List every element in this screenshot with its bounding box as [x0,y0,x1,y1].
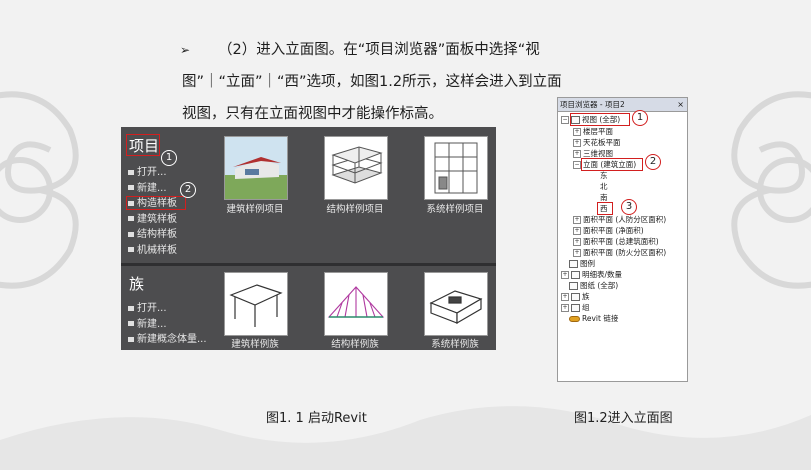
tree-item-ceiling-plans[interactable]: + 天花板平面 [573,138,621,148]
expand-icon[interactable]: + [573,139,581,147]
tree-item-area-plan-gross[interactable]: + 面积平面 (总建筑面积) [573,237,659,247]
mep-systems-icon [434,142,478,194]
tree-item-revit-links[interactable]: Revit 链接 [569,314,618,324]
expand-icon[interactable]: + [573,249,581,257]
paragraph-line-1: （2）进入立面图。在“项目浏览器”面板中选择“视 [218,42,540,58]
structural-sample-project-thumbnail[interactable] [324,136,388,200]
menu-item-architectural-template[interactable]: 建筑样板 [128,212,177,228]
callout-2: 2 [180,182,196,198]
file-icon [128,231,134,237]
menu-item-new-conceptual-mass[interactable]: 新建概念体量... [128,332,207,348]
tree-item-floor-plans[interactable]: + 楼层平面 [573,127,613,137]
architectural-sample-project-thumbnail[interactable] [224,136,288,200]
right-ornament-decoration [731,91,811,289]
link-icon [569,316,580,322]
mountain-wash-decoration [0,406,811,470]
menu-item-new[interactable]: 新建... [128,181,177,197]
file-icon [128,185,134,190]
tree-item-legends[interactable]: 图例 [569,259,595,269]
tree-item-schedules[interactable]: + 明细表/数量 [561,270,622,280]
arrow-bullet-icon: ➢ [180,43,191,57]
file-icon [128,321,134,326]
callout-1: 1 [632,110,648,126]
menu-item-mechanical-template[interactable]: 机械样板 [128,243,177,259]
file-icon [128,247,134,252]
structural-sample-family-thumbnail[interactable] [324,272,388,336]
tree-item-east[interactable]: 东 [600,171,608,181]
project-browser-header: 项目浏览器 - 项目2 × [558,98,687,112]
highlight-box-project [126,134,160,156]
callout-3: 3 [621,199,637,215]
schedule-icon [571,271,580,279]
menu-item-family-open[interactable]: 打开... [128,301,207,317]
expand-icon[interactable]: + [561,293,569,301]
highlight-box-west [597,202,613,215]
architectural-sample-family-thumbnail[interactable] [224,272,288,336]
expand-icon[interactable]: + [573,216,581,224]
highlight-box-construction-template [126,196,186,210]
callout-1: 1 [161,150,177,166]
close-icon[interactable]: × [677,98,684,111]
systems-sample-family-thumbnail[interactable] [424,272,488,336]
thumbnail-label: 系统样例族 [431,339,479,350]
family-icon [571,293,580,301]
caption-figure-1-1: 图1. 1 启动Revit [266,411,367,426]
truss-icon [327,286,385,318]
sheet-icon [569,282,578,290]
equipment-box-icon [429,290,483,325]
tree-item-groups[interactable]: + 组 [561,303,590,313]
expand-icon[interactable]: + [573,238,581,246]
tree-item-area-plan-civil-defense[interactable]: + 面积平面 (人防分区面积) [573,215,666,225]
systems-sample-project-thumbnail[interactable] [424,136,488,200]
tree-item-north[interactable]: 北 [600,182,608,192]
expand-icon[interactable]: + [561,271,569,279]
legend-icon [569,260,578,268]
thumbnail-label: 结构样例项目 [326,204,384,215]
expand-icon[interactable]: + [573,150,581,158]
expand-icon[interactable]: + [561,304,569,312]
thumbnail-label: 建筑样例族 [231,339,279,350]
highlight-box-views [570,113,630,126]
group-icon [571,304,580,312]
thumbnail-label: 结构样例族 [331,339,379,350]
expand-icon[interactable]: + [573,128,581,136]
project-browser-title: 项目浏览器 - 项目2 [560,100,625,109]
menu-item-structural-template[interactable]: 结构样板 [128,227,177,243]
menu-item-open[interactable]: 打开... [128,165,177,181]
revit-start-screen: 项目 1 打开... 新建... 构造样板 建筑样板 结构样板 机械样板 2 建… [121,127,496,350]
file-icon [128,336,134,342]
thumbnail-label: 建筑样例项目 [226,204,284,215]
file-icon [128,169,134,175]
paragraph-line-2: 图”｜“立面”｜“西”选项，如图1.2所示，这样会进入到立面 [182,74,562,90]
project-menu: 打开... 新建... 构造样板 建筑样板 结构样板 机械样板 [128,165,177,258]
project-browser-panel: 项目浏览器 - 项目2 × − 视图 (全部) 1 + 楼层平面 + 天花板平面 + 三… [557,97,688,382]
family-menu: 打开... 新建... 新建概念体量... [128,301,207,348]
section-divider [121,263,496,266]
highlight-box-elevations [581,158,643,171]
tree-item-area-plan-fire[interactable]: + 面积平面 (防火分区面积) [573,248,666,258]
caption-figure-1-2: 图1.2进入立面图 [574,411,673,426]
structure-frame-icon [331,146,383,184]
tree-item-families[interactable]: + 族 [561,292,590,302]
menu-item-family-new[interactable]: 新建... [128,317,207,333]
callout-2: 2 [645,154,661,170]
collapse-icon[interactable]: − [561,116,569,124]
tree-item-area-plan-net[interactable]: + 面积平面 (净面积) [573,226,644,236]
file-icon [128,305,134,311]
collapse-icon[interactable]: − [573,161,581,169]
table-icon [229,284,283,327]
left-ornament-decoration [0,91,79,289]
thumbnail-label: 系统样例项目 [426,204,484,215]
tree-item-sheets[interactable]: 图纸 (全部) [569,281,618,291]
expand-icon[interactable]: + [573,227,581,235]
house-render-icon [225,137,287,199]
file-icon [128,216,134,221]
family-section-title: 族 [129,275,145,293]
